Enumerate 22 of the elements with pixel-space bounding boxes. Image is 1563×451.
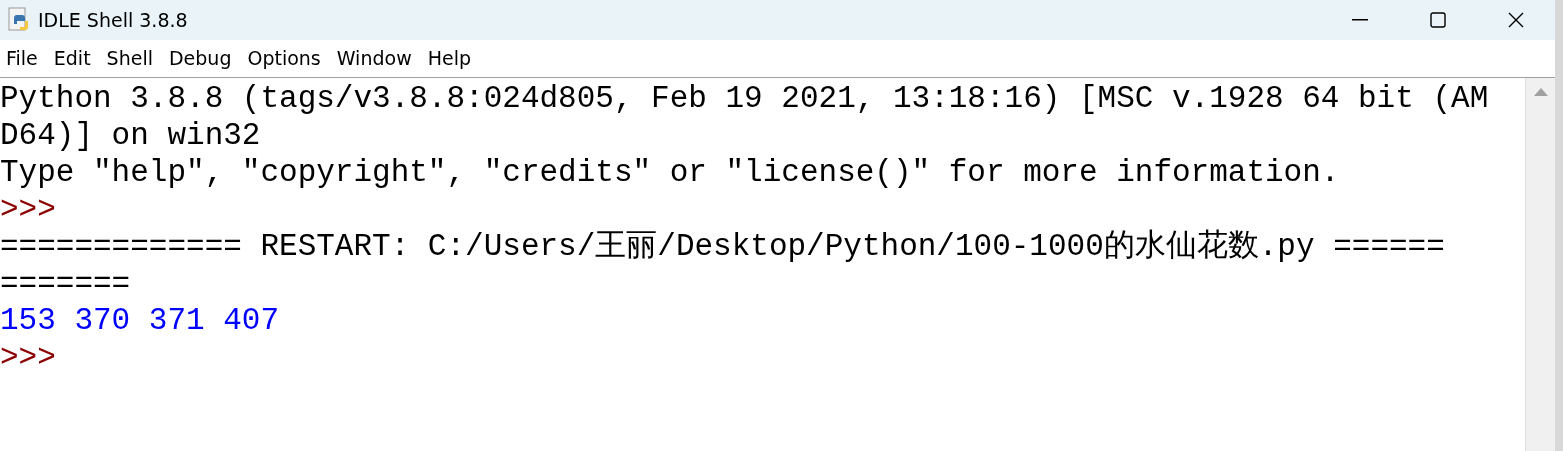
menu-item[interactable]: Window (332, 44, 424, 73)
close-icon (1508, 12, 1524, 28)
shell-prompt: >>> (0, 191, 56, 228)
minimize-icon (1352, 19, 1368, 21)
shell-prompt: >>> (0, 339, 56, 376)
menu-item[interactable]: Options (243, 44, 333, 73)
scrollbar[interactable] (1525, 78, 1555, 451)
window-title: IDLE Shell 3.8.8 (38, 7, 188, 33)
menu-item[interactable]: Shell (102, 44, 165, 73)
maximize-icon (1430, 12, 1446, 28)
shell-line: Type "help", "copyright", "credits" or "license()" for more information. (0, 154, 1340, 191)
menu-item[interactable]: Help (423, 44, 483, 73)
shell-line: ======= (0, 265, 131, 302)
menu-item[interactable]: Edit (49, 44, 103, 73)
menu-item[interactable]: File (2, 44, 50, 73)
scroll-up-icon[interactable] (1533, 88, 1548, 96)
shell-line: D64)] on win32 (0, 117, 261, 154)
shell-line: ============= RESTART: C:/Users/王丽/Desktop/Python/100-1000的水仙花数.py ====== (0, 228, 1445, 265)
python-icon (8, 7, 30, 33)
shell-line: Python 3.8.8 (tags/v3.8.8:024d805, Feb 19 2021, 13:18:16) [MSC v.1928 64 bit (AM (0, 80, 1489, 117)
menu-item[interactable]: Debug (164, 44, 244, 73)
program-output: 153 370 371 407 (0, 302, 280, 339)
